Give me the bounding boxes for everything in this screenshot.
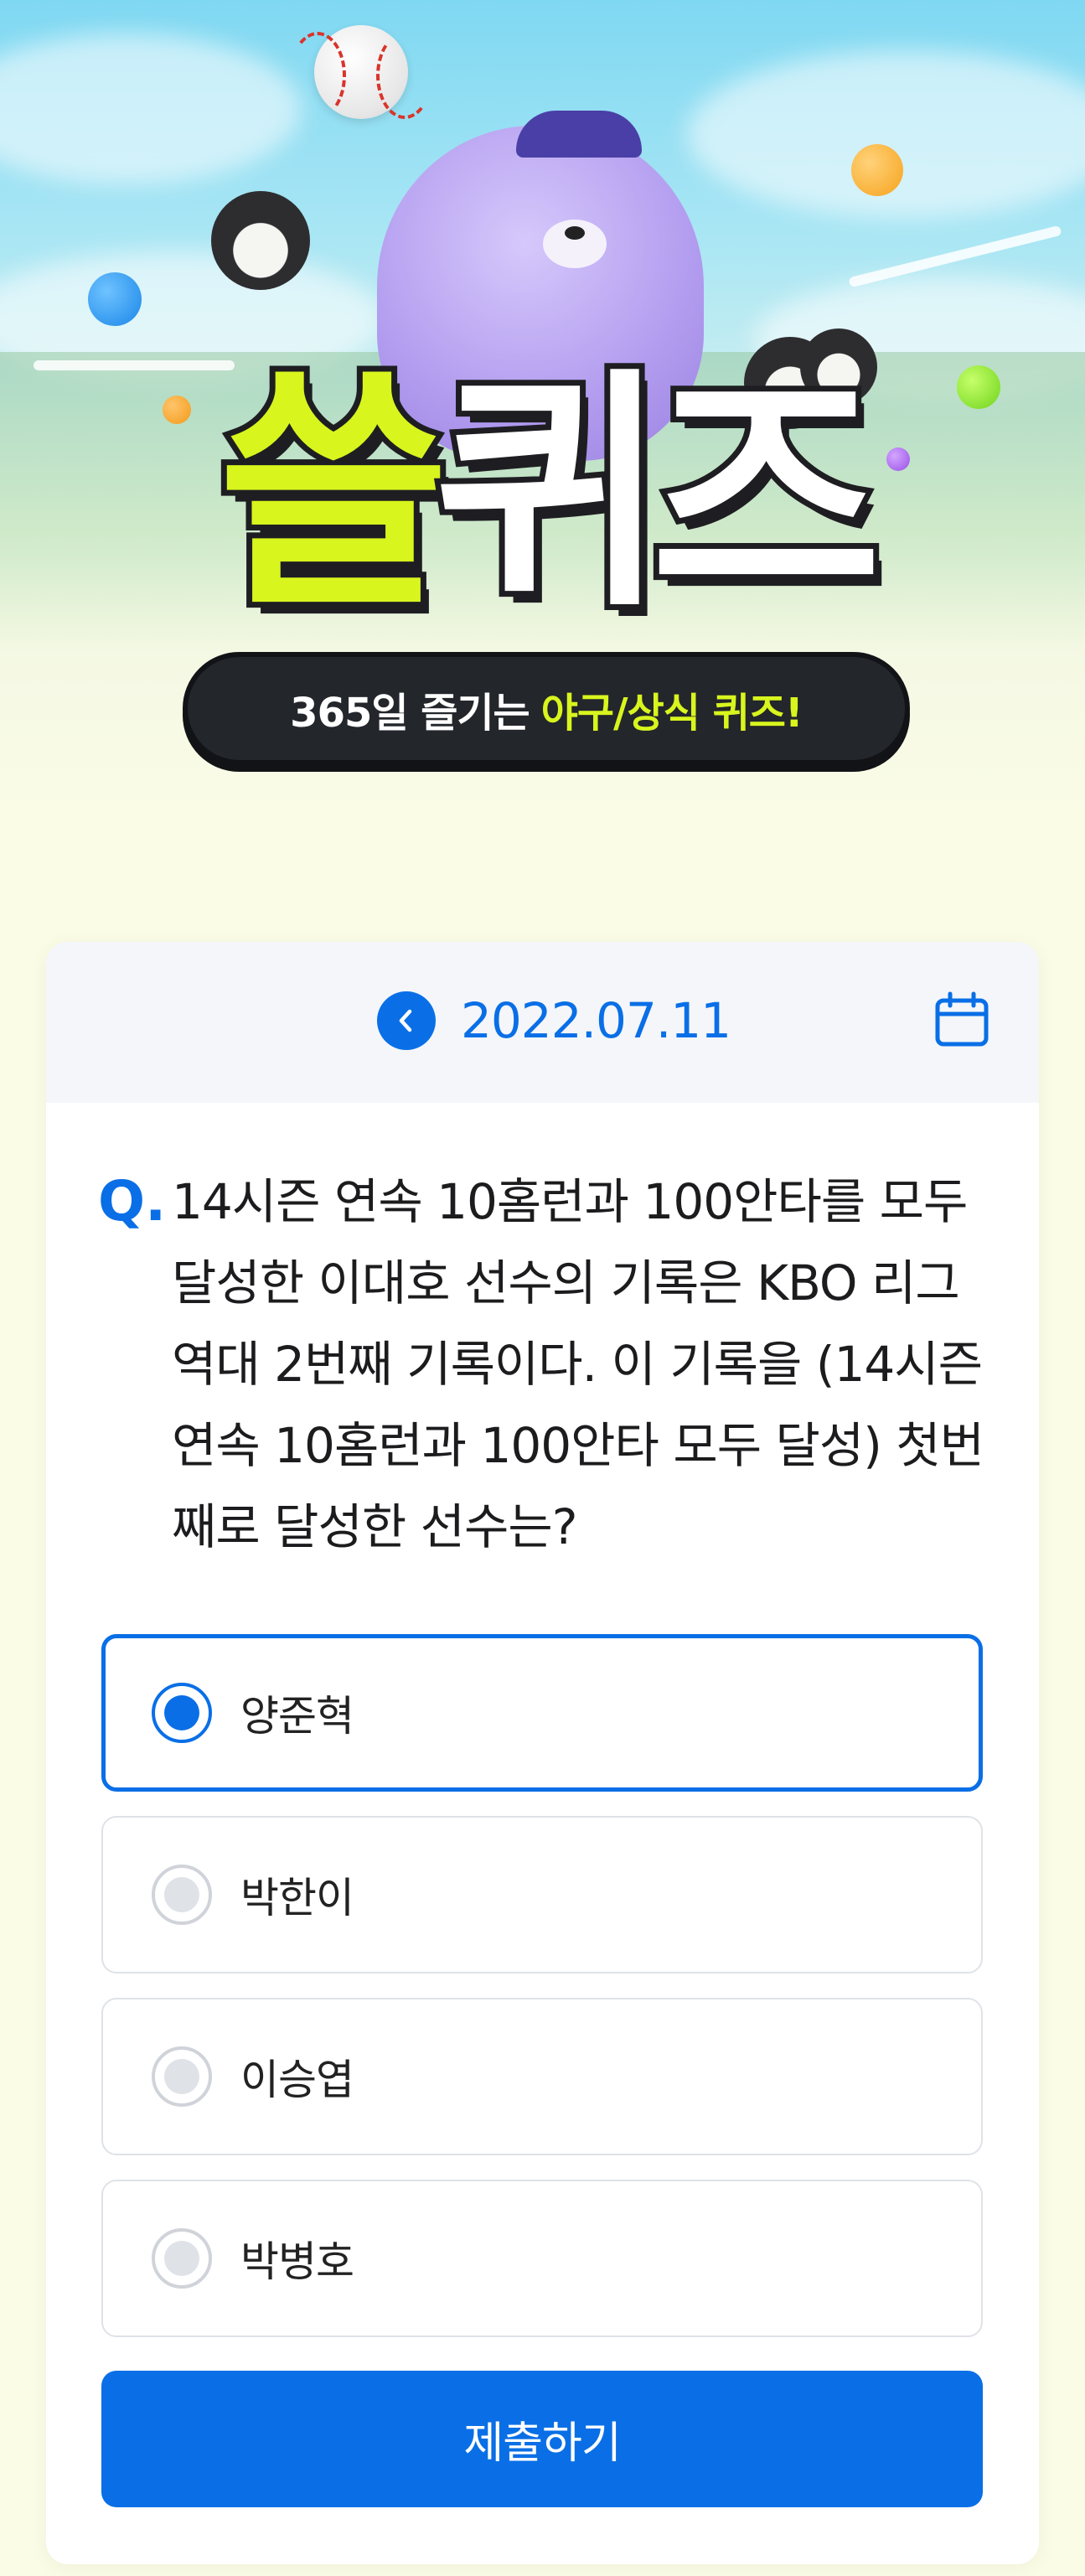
previous-date-button[interactable]: [377, 991, 436, 1050]
quiz-card: 2022.07.11 Q. 14시즌 연속 10홈런과 100안타를 모두 달성…: [46, 942, 1039, 2564]
cloud: [0, 34, 302, 184]
decor-dot: [88, 272, 142, 326]
calendar-icon: [935, 991, 989, 1047]
subtitle-highlight: 야구/상식 퀴즈!: [540, 689, 803, 737]
chevron-left-icon: [399, 1009, 412, 1032]
baseball-icon: [289, 25, 433, 119]
answer-option[interactable]: 박병호: [101, 2180, 983, 2337]
answer-option[interactable]: 양준혁: [101, 1634, 983, 1792]
hero-banner: 쓸퀴즈 365일 즐기는 야구/상식 퀴즈!: [0, 0, 1085, 838]
subtitle-pill: 365일 즐기는 야구/상식 퀴즈!: [183, 652, 910, 765]
radio-selected-icon[interactable]: [152, 1683, 212, 1743]
question-block: Q. 14시즌 연속 10홈런과 100안타를 모두 달성한 이대호 선수의 기…: [98, 1161, 1003, 1568]
answer-option[interactable]: 박한이: [101, 1816, 983, 1973]
answer-option-label: 이승엽: [240, 2056, 354, 2104]
radio-unselected-icon[interactable]: [152, 2046, 212, 2107]
hero-title: 쓸퀴즈: [0, 348, 1085, 640]
calendar-button[interactable]: [933, 991, 991, 1049]
question-text: 14시즌 연속 10홈런과 100안타를 모두 달성한 이대호 선수의 기록은 …: [172, 1173, 984, 1555]
hero-title-part1: 쓸: [213, 348, 456, 640]
answer-option-label: 박병호: [240, 2237, 354, 2286]
mascot-cap: [516, 111, 642, 158]
question-marker: Q.: [98, 1169, 167, 1234]
answer-option-label: 박한이: [240, 1874, 354, 1922]
penguin-character: [211, 191, 310, 290]
date-bar: 2022.07.11: [46, 942, 1039, 1103]
mascot-face: [543, 220, 607, 268]
current-date: 2022.07.11: [461, 992, 731, 1049]
answer-option-label: 양준혁: [240, 1692, 354, 1741]
submit-button[interactable]: 제출하기: [101, 2371, 983, 2507]
answer-option[interactable]: 이승엽: [101, 1998, 983, 2155]
hero-title-part2: 퀴즈: [429, 348, 888, 640]
subtitle-prefix: 365일 즐기는: [290, 689, 530, 737]
decor-dot: [851, 144, 903, 196]
radio-unselected-icon[interactable]: [152, 1865, 212, 1925]
radio-unselected-icon[interactable]: [152, 2228, 212, 2289]
